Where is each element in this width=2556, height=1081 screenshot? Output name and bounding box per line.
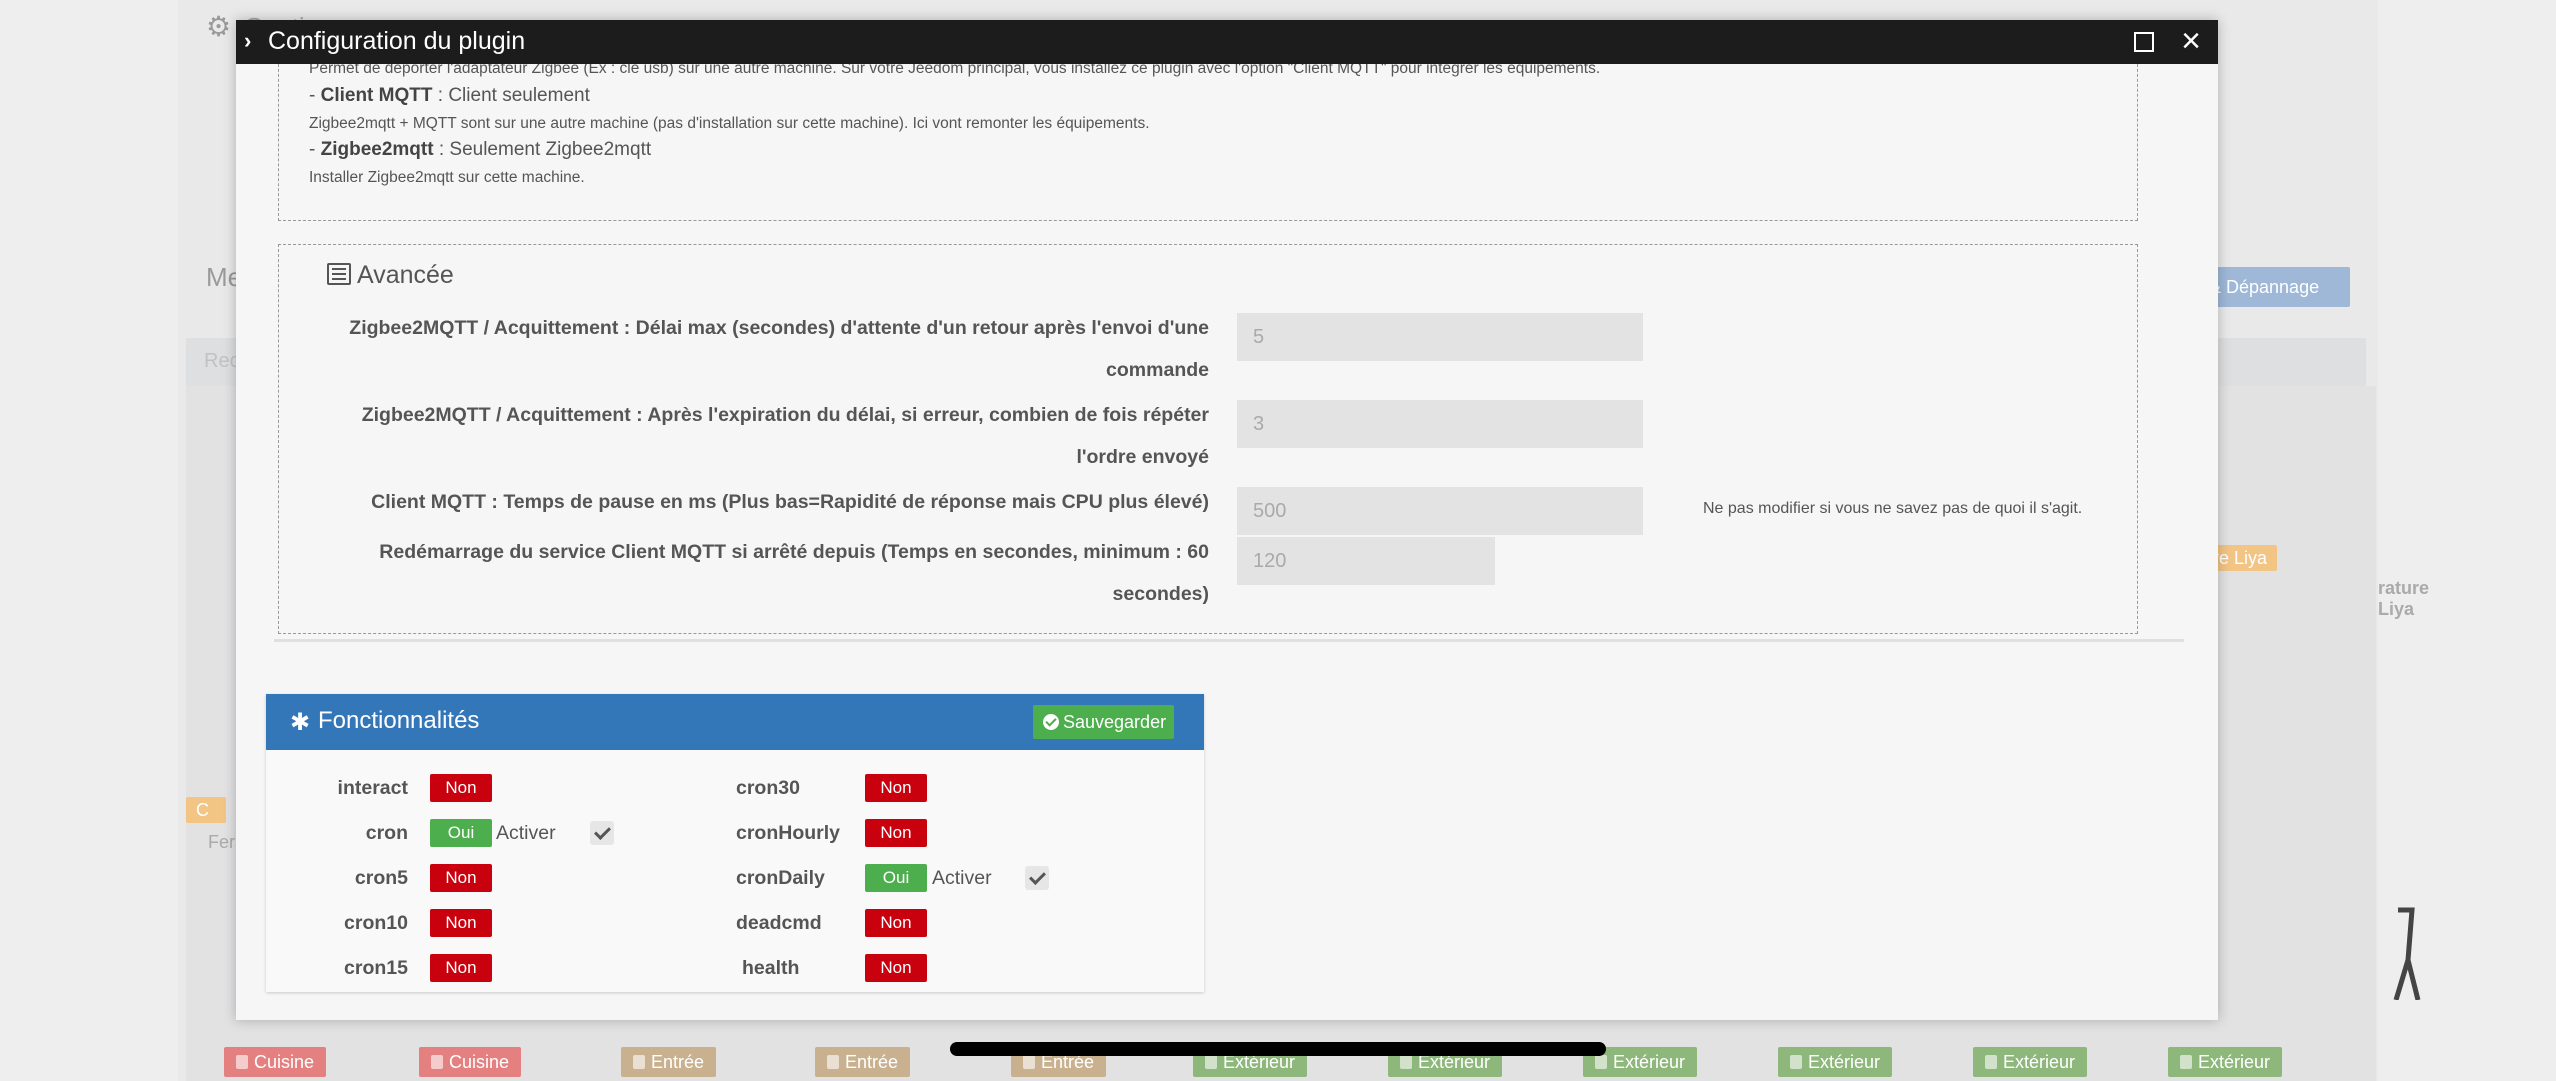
gear-icon: ⚙ xyxy=(206,11,232,42)
close-icon[interactable]: × xyxy=(2174,24,2208,58)
background-equipment-name: rature Liya xyxy=(2378,578,2430,619)
client-pause-label-line1: Client MQTT : Temps de pause en ms (Plus… xyxy=(371,491,1209,513)
feature-status-badge: Non xyxy=(430,954,492,982)
feature-name: cron5 xyxy=(354,867,408,889)
lamp-icon xyxy=(2393,907,2421,1000)
feature-activer-label: Activer xyxy=(932,867,992,889)
modal-titlebar[interactable]: › Configuration du plugin × xyxy=(236,20,2218,64)
mode-description-text: Installer Zigbee2mqtt sur cette machine. xyxy=(309,169,585,186)
crondaily-activer-checkbox[interactable] xyxy=(1025,866,1049,890)
advanced-fieldset: Avancée Zigbee2MQTT / Acquittement : Dél… xyxy=(278,244,2138,634)
room-tag: Entrée xyxy=(621,1047,717,1077)
save-button[interactable]: Sauvegarder xyxy=(1033,705,1174,739)
ack-timeout-label-line1: Zigbee2MQTT / Acquittement : Délai max (… xyxy=(349,317,1209,339)
client-restart-label: Redémarrage du service Client MQTT si ar… xyxy=(279,531,1209,615)
ack-timeout-label-line2: commande xyxy=(1106,359,1209,381)
plugin-config-modal: › Configuration du plugin × Permet de dé… xyxy=(236,20,2218,1020)
save-button-label: Sauvegarder xyxy=(1063,712,1167,732)
room-tag: Cuisine xyxy=(224,1047,327,1077)
advanced-heading-label: Avancée xyxy=(357,261,454,289)
ack-timeout-input[interactable]: 5 xyxy=(1237,313,1643,361)
advanced-panel-shadow xyxy=(274,639,2184,642)
feature-name: health xyxy=(742,957,800,979)
ack-retry-label-line1: Zigbee2MQTT / Acquittement : Après l'exp… xyxy=(361,404,1209,426)
home-indicator xyxy=(950,1042,1606,1056)
mode-client-mqtt-desc: : Client seulement xyxy=(432,85,590,106)
feature-name: cronDaily xyxy=(736,867,825,889)
feature-name: interact xyxy=(337,777,408,799)
feature-name: cron10 xyxy=(344,912,408,934)
puzzle-icon: ✱ xyxy=(290,709,311,736)
mode-description-text: Permet de déporter l'adaptateur Zigbee (… xyxy=(309,64,1601,77)
feature-name: cronHourly xyxy=(736,822,841,844)
background-equipment-tag: C xyxy=(186,797,226,823)
mode-client-mqtt: - Client MQTT : Client seulement xyxy=(309,85,590,106)
client-pause-input[interactable]: 500 xyxy=(1237,487,1643,535)
room-tag: Extérieur xyxy=(2168,1047,2283,1077)
feature-name: deadcmd xyxy=(736,912,822,934)
background-equipment-name: Fer xyxy=(208,832,235,852)
feature-status-badge: Oui xyxy=(865,864,927,892)
modal-body[interactable]: Permet de déporter l'adaptateur Zigbee (… xyxy=(236,64,2218,1020)
client-pause-label: Client MQTT : Temps de pause en ms (Plus… xyxy=(279,481,1209,523)
advanced-heading: Avancée xyxy=(327,261,454,290)
feature-status-badge: Oui xyxy=(430,819,492,847)
ack-retry-label-line2: l'ordre envoyé xyxy=(1076,446,1209,468)
client-restart-input[interactable]: 120 xyxy=(1237,537,1495,585)
feature-activer-label: Activer xyxy=(496,822,556,844)
mode-zigbee2mqtt-label: Zigbee2mqtt xyxy=(320,139,434,160)
room-tag: Extérieur xyxy=(1778,1047,1893,1077)
features-panel: ✱ Fonctionnalités Sauvegarder interact N… xyxy=(266,694,1204,992)
client-pause-help: Ne pas modifier si vous ne savez pas de … xyxy=(1703,500,2083,517)
feature-name: cron30 xyxy=(736,777,800,799)
check-circle-icon xyxy=(1043,714,1059,730)
mode-zigbee2mqtt-desc: : Seulement Zigbee2mqtt xyxy=(433,139,652,160)
cron-activer-checkbox[interactable] xyxy=(590,821,614,845)
client-restart-label-line1: Redémarrage du service Client MQTT si ar… xyxy=(379,541,1209,563)
feature-status-badge: Non xyxy=(430,864,492,892)
ack-retry-label: Zigbee2MQTT / Acquittement : Après l'exp… xyxy=(279,394,1209,478)
maximize-icon[interactable] xyxy=(2134,32,2154,52)
mode-client-mqtt-label: Client MQTT xyxy=(320,85,433,106)
mode-description-fieldset: Permet de déporter l'adaptateur Zigbee (… xyxy=(278,64,2138,221)
chevron-right-icon: › xyxy=(244,28,252,53)
mode-zigbee2mqtt: - Zigbee2mqtt : Seulement Zigbee2mqtt xyxy=(309,139,652,160)
feature-name: cron xyxy=(365,822,408,844)
mode-description-text: Zigbee2mqtt + MQTT sont sur une autre ma… xyxy=(309,115,1150,132)
feature-status-badge: Non xyxy=(430,774,492,802)
feature-status-badge: Non xyxy=(865,909,927,937)
feature-status-badge: Non xyxy=(865,774,927,802)
features-panel-header: ✱ Fonctionnalités Sauvegarder xyxy=(266,694,1204,750)
background-search-placeholder: Rec xyxy=(204,350,240,372)
ack-retry-input[interactable]: 3 xyxy=(1237,400,1643,448)
feature-status-badge: Non xyxy=(865,954,927,982)
feature-status-badge: Non xyxy=(865,819,927,847)
feature-status-badge: Non xyxy=(430,909,492,937)
features-title: Fonctionnalités xyxy=(318,707,480,734)
room-tag: Extérieur xyxy=(1973,1047,2088,1077)
room-tag: Cuisine xyxy=(419,1047,522,1077)
feature-name: cron15 xyxy=(344,957,408,979)
ack-timeout-label: Zigbee2MQTT / Acquittement : Délai max (… xyxy=(279,307,1209,391)
room-tag: Entrée xyxy=(815,1047,911,1077)
list-icon xyxy=(327,263,351,285)
client-restart-label-line2: secondes) xyxy=(1112,583,1209,605)
modal-title: Configuration du plugin xyxy=(268,27,526,55)
